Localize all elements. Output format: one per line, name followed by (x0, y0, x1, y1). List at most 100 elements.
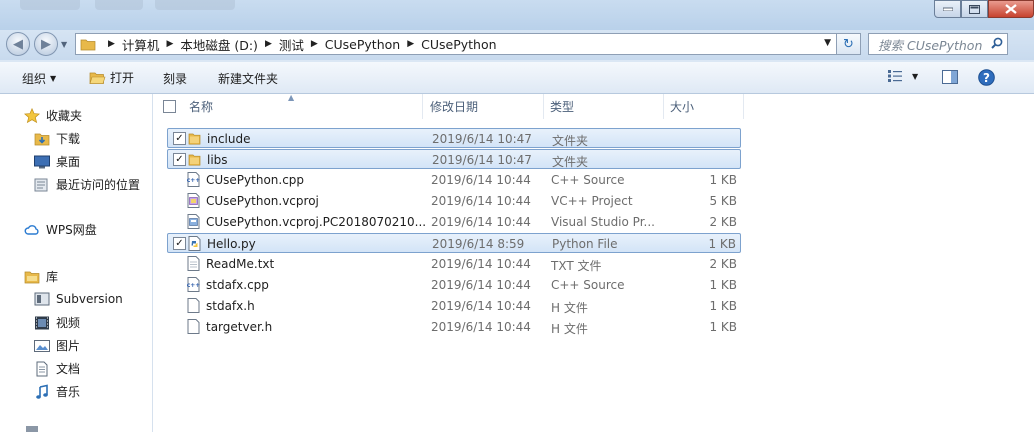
close-button[interactable] (988, 0, 1034, 18)
file-name: Hello.py (207, 237, 256, 251)
chevron-right-icon[interactable]: ▶ (108, 39, 115, 49)
file-row[interactable]: ✓ libs 2019/6/14 10:47 文件夹 (167, 149, 741, 169)
address-row: ◀ ▶ ▼ ▶ 计算机 ▶ 本地磁盘 (D:) ▶ 测试 ▶ CUsePytho… (0, 30, 1034, 60)
open-button[interactable]: 打开 (89, 69, 134, 86)
new-folder-button[interactable]: 新建文件夹 (218, 70, 278, 87)
downloads-folder-icon (34, 133, 50, 145)
file-name: CUsePython.cpp (206, 173, 305, 187)
address-dropdown-icon[interactable]: ▼ (824, 38, 831, 48)
search-input[interactable]: 搜索 CUsePython (868, 33, 1008, 55)
breadcrumb-item[interactable]: 本地磁盘 (D:) (180, 35, 258, 54)
nav-pictures[interactable]: 图片 (34, 337, 80, 354)
vs-user-file-icon (187, 214, 200, 229)
file-type: C++ Source (551, 173, 625, 187)
file-row[interactable]: stdafx.h 2019/6/14 10:44 H 文件 1 KB (167, 296, 741, 316)
nav-wps-cloud[interactable]: WPS网盘 (24, 221, 97, 238)
row-checkbox[interactable]: ✓ (173, 153, 186, 166)
nav-music[interactable]: 音乐 (34, 383, 80, 400)
search-icon[interactable] (991, 37, 1003, 52)
breadcrumb-item[interactable]: 测试 (279, 35, 304, 54)
file-row[interactable]: CUsePython.vcproj.PC2018070210... 2019/6/… (167, 212, 741, 232)
header-file-icon (187, 298, 200, 313)
vcproj-file-icon (187, 193, 200, 208)
forward-button[interactable]: ▶ (34, 32, 58, 56)
minimize-button[interactable] (934, 0, 961, 18)
file-row[interactable]: targetver.h 2019/6/14 10:44 H 文件 1 KB (167, 317, 741, 337)
file-row[interactable]: ✓ include 2019/6/14 10:47 文件夹 (167, 128, 741, 148)
nav-libraries[interactable]: 库 (24, 268, 58, 285)
file-type: H 文件 (551, 301, 588, 315)
music-icon (36, 384, 48, 399)
star-icon (24, 107, 40, 123)
row-checkbox[interactable]: ✓ (173, 132, 186, 145)
nav-label: 图片 (56, 339, 81, 353)
folder-icon (188, 131, 201, 146)
nav-recent-places[interactable]: 最近访问的位置 (34, 176, 140, 193)
nav-favorites[interactable]: 收藏夹 (24, 107, 82, 124)
address-bar[interactable]: ▶ 计算机 ▶ 本地磁盘 (D:) ▶ 测试 ▶ CUsePython ▶ CU… (75, 33, 837, 55)
view-options-button[interactable]: ▼ (888, 70, 918, 82)
file-name: stdafx.h (206, 299, 255, 313)
chevron-right-icon[interactable]: ▶ (407, 39, 414, 49)
preview-pane-button[interactable] (942, 70, 958, 84)
folder-icon (80, 39, 96, 51)
column-header-size[interactable]: 大小 (664, 94, 744, 119)
file-type: H 文件 (551, 322, 588, 336)
file-type: 文件夹 (552, 134, 589, 148)
nav-label: WPS网盘 (46, 223, 97, 237)
file-type: 文件夹 (552, 155, 589, 169)
nav-label: 音乐 (56, 385, 81, 399)
column-header-name[interactable]: 名称 ▲ (153, 93, 423, 119)
burn-button[interactable]: 刻录 (163, 70, 187, 87)
organize-button[interactable]: 组织 ▼ (22, 70, 56, 87)
file-row[interactable]: CUsePython.vcproj 2019/6/14 10:44 VC++ Pro… (167, 191, 741, 211)
command-bar: 组织 ▼ 打开 刻录 新建文件夹 ▼ ? (0, 62, 1034, 94)
details-view-icon (888, 70, 902, 82)
header-file-icon (187, 319, 200, 334)
file-row[interactable]: ReadMe.txt 2019/6/14 10:44 TXT 文件 2 KB (167, 254, 741, 274)
file-row[interactable]: c++ CUsePython.cpp 2019/6/14 10:44 C++ Sour… (167, 170, 741, 190)
column-header-type[interactable]: 类型 (544, 94, 664, 119)
file-modified: 2019/6/14 10:44 (431, 194, 531, 208)
maximize-button[interactable] (961, 0, 988, 18)
nav-desktop[interactable]: 桌面 (34, 153, 80, 170)
new-folder-label: 新建文件夹 (218, 72, 279, 86)
help-button[interactable]: ? (978, 69, 995, 86)
nav-subversion[interactable]: Subversion (34, 291, 123, 307)
column-label: 大小 (670, 100, 695, 114)
file-row[interactable]: ✓ Hello.py 2019/6/14 8:59 Python File 1 KB (167, 233, 741, 253)
sort-ascending-icon: ▲ (288, 93, 295, 102)
document-icon (36, 361, 48, 376)
file-name: libs (207, 153, 228, 167)
refresh-button[interactable]: ↻ (837, 33, 861, 55)
open-label: 打开 (110, 71, 135, 85)
chevron-down-icon: ▼ (912, 71, 919, 81)
select-all-checkbox[interactable] (163, 100, 176, 113)
navigation-pane: 收藏夹 下载 桌面 最近访问的位置 WPS网盘 库 Subversion 视频 (0, 94, 153, 432)
chevron-right-icon[interactable]: ▶ (265, 39, 272, 49)
nav-documents[interactable]: 文档 (34, 360, 80, 377)
file-size: 1 KB (709, 173, 737, 187)
nav-downloads[interactable]: 下载 (34, 130, 80, 147)
chevron-right-icon[interactable]: ▶ (166, 39, 173, 49)
file-modified: 2019/6/14 10:44 (431, 299, 531, 313)
recent-pages-dropdown[interactable]: ▼ (61, 40, 67, 49)
nav-label: 下载 (56, 132, 81, 146)
library-folder-icon (24, 271, 40, 283)
back-button[interactable]: ◀ (6, 32, 30, 56)
breadcrumb-item[interactable]: 计算机 (122, 35, 160, 54)
cpp-file-icon: c++ (187, 172, 200, 187)
file-row[interactable]: c++ stdafx.cpp 2019/6/14 10:44 C++ Source 1 … (167, 275, 741, 295)
folder-icon (188, 152, 201, 167)
breadcrumb-item[interactable]: CUsePython (421, 37, 496, 52)
maximize-icon (969, 4, 980, 14)
file-modified: 2019/6/14 10:44 (431, 215, 531, 229)
chevron-right-icon[interactable]: ▶ (311, 39, 318, 49)
file-type: VC++ Project (551, 194, 633, 208)
column-header-modified[interactable]: 修改日期 (424, 94, 544, 119)
breadcrumb-item[interactable]: CUsePython (325, 37, 400, 52)
nav-videos[interactable]: 视频 (34, 314, 80, 331)
svg-text:c++: c++ (187, 282, 200, 289)
computer-icon (26, 426, 38, 432)
row-checkbox[interactable]: ✓ (173, 237, 186, 250)
